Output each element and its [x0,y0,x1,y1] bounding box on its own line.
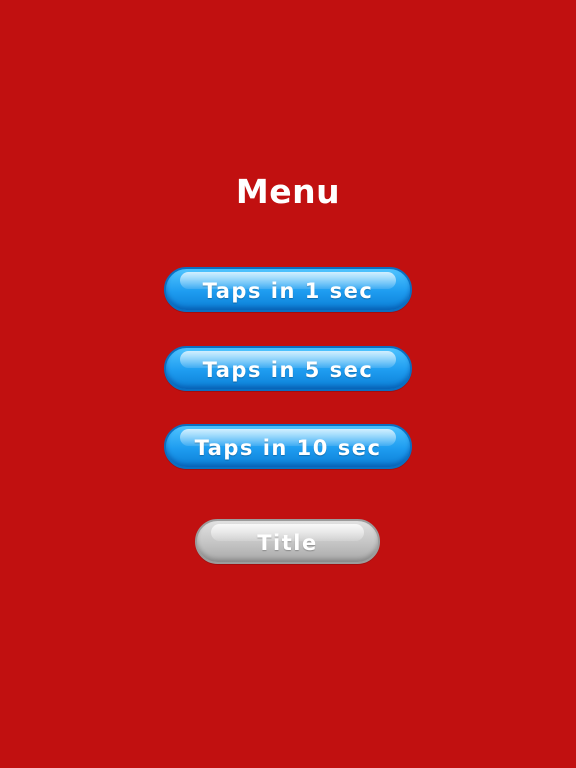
title-button[interactable]: Title [195,519,380,564]
taps-1-sec-button[interactable]: Taps in 1 sec [164,267,412,312]
title-button-label: Title [257,531,318,555]
taps-10-sec-label: Taps in 10 sec [194,436,382,460]
menu-title: Menu [235,172,341,211]
menu-screen: Menu Taps in 1 sec Taps in 5 sec Taps in… [0,0,576,768]
taps-10-sec-button[interactable]: Taps in 10 sec [164,424,412,469]
taps-1-sec-label: Taps in 1 sec [202,279,374,303]
taps-5-sec-label: Taps in 5 sec [202,358,374,382]
taps-5-sec-button[interactable]: Taps in 5 sec [164,346,412,391]
